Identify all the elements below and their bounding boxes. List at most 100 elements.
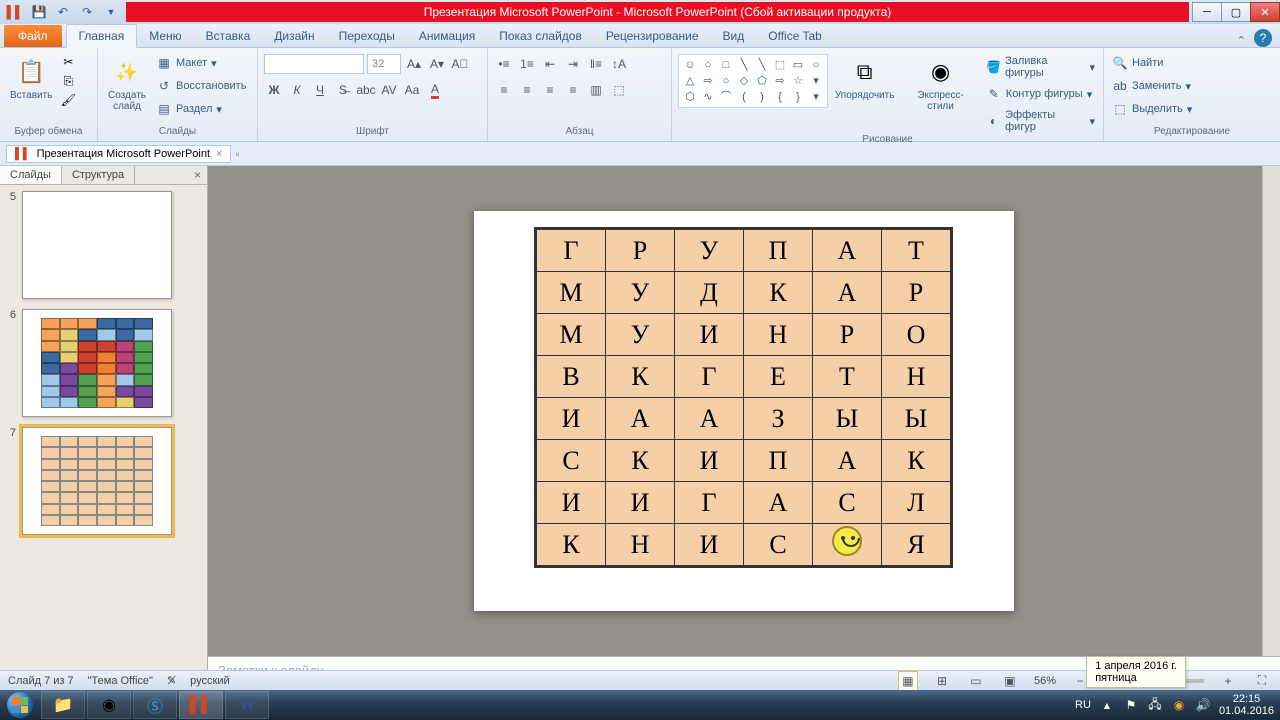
new-slide-button[interactable]: ✨ Создать слайд [104,54,150,114]
cut-icon[interactable]: ✂ [60,54,76,70]
normal-view-icon[interactable]: ▦ [898,671,918,691]
shape-outline-button[interactable]: ✎Контур фигуры ▾ [984,85,1097,103]
tab-slideshow[interactable]: Показ слайдов [487,25,594,47]
tab-view[interactable]: Вид [711,25,757,47]
shadow-icon[interactable]: abc [356,80,376,100]
section-button[interactable]: ▤Раздел ▾ [154,100,248,118]
select-button[interactable]: ⬚Выделить ▾ [1110,100,1194,118]
tray-network-icon[interactable]: 🖧 [1147,697,1163,713]
decrease-indent-icon[interactable]: ⇤ [540,54,560,74]
text-direction-icon[interactable]: ↕A [609,54,629,74]
find-button[interactable]: 🔍Найти [1110,54,1194,72]
shapes-gallery[interactable]: ☺○□╲╲⬚▭○ △⇨○◇⬠⇨☆▾ ⬡∿⌒(){}▾ [678,54,828,108]
font-family-combo[interactable] [264,54,364,74]
slideshow-view-icon[interactable]: ▣ [1000,671,1020,691]
slide-thumbnail-5[interactable] [22,191,172,299]
smiley-shape-icon[interactable]: ☺ [682,58,698,72]
align-center-icon[interactable]: ≡ [517,80,537,100]
slide-thumbnail-7[interactable] [22,427,172,535]
date-tooltip: 1 апреля 2016 г. пятница [1086,656,1186,688]
close-panel-icon[interactable]: × [188,166,207,184]
tray-update-icon[interactable]: ◉ [1171,697,1187,713]
columns-icon[interactable]: ▥ [586,80,606,100]
clear-format-icon[interactable]: A⃠ [450,54,470,74]
smartart-icon[interactable]: ⬚ [609,80,629,100]
sorter-view-icon[interactable]: ⊞ [932,671,952,691]
bold-icon[interactable]: Ж [264,80,284,100]
new-doc-tab-icon[interactable]: ▫ [235,147,239,161]
char-spacing-icon[interactable]: AV [379,80,399,100]
spellcheck-icon[interactable]: ✎̸ [167,674,176,687]
fit-window-icon[interactable]: ⛶ [1252,671,1272,691]
close-doc-tab-icon[interactable]: × [216,148,222,160]
thumbnails-list[interactable]: 5 6 7 [0,185,207,690]
vertical-scrollbar[interactable] [1262,166,1280,656]
qat-save-icon[interactable]: 💾 [28,2,50,22]
slide-canvas[interactable]: ГРУПАТМУДКАРМУИНРОВКГЕТНИААЗЫЫСКИПАКИИГА… [474,211,1014,611]
tray-clock[interactable]: 22:15 01.04.2016 [1219,693,1274,717]
maximize-button[interactable]: ▢ [1221,2,1251,22]
outline-tab[interactable]: Структура [62,166,135,184]
qat-redo-icon[interactable]: ↷ [76,2,98,22]
file-tab[interactable]: Файл [4,25,62,47]
start-button[interactable] [0,690,40,720]
numbering-icon[interactable]: 1≡ [517,54,537,74]
tray-show-hidden-icon[interactable]: ▴ [1099,697,1115,713]
reading-view-icon[interactable]: ▭ [966,671,986,691]
slides-tab[interactable]: Слайды [0,166,62,184]
task-chrome-icon[interactable]: ◉ [87,691,131,719]
strike-icon[interactable]: S̶ [333,80,353,100]
grow-font-icon[interactable]: A▴ [404,54,424,74]
ribbon-minimize-icon[interactable]: ⌃ [1237,34,1246,47]
copy-icon[interactable]: ⎘ [60,73,76,89]
tab-menu[interactable]: Меню [137,25,193,47]
document-tab[interactable]: ▌▌ Презентация Microsoft PowerPoint × [6,145,231,163]
tray-flag-icon[interactable]: ⚑ [1123,697,1139,713]
underline-icon[interactable]: Ч [310,80,330,100]
font-size-combo[interactable]: 32 [367,54,401,74]
tab-review[interactable]: Рецензирование [594,25,711,47]
shrink-font-icon[interactable]: A▾ [427,54,447,74]
qat-undo-icon[interactable]: ↶ [52,2,74,22]
paste-button[interactable]: 📋 Вставить [6,54,56,103]
tab-design[interactable]: Дизайн [262,25,326,47]
tab-animation[interactable]: Анимация [407,25,487,47]
task-skype-icon[interactable]: Ⓢ [133,691,177,719]
language-indicator[interactable]: русский [190,675,229,687]
close-button[interactable]: ✕ [1250,2,1280,22]
change-case-icon[interactable]: Aa [402,80,422,100]
format-painter-icon[interactable]: 🖌 [60,92,76,108]
task-word-icon[interactable]: W [225,691,269,719]
tab-insert[interactable]: Вставка [194,25,263,47]
slide-thumbnail-6[interactable] [22,309,172,417]
replace-button[interactable]: abЗаменить ▾ [1110,77,1194,95]
italic-icon[interactable]: К [287,80,307,100]
arrange-button[interactable]: ⧉ Упорядочить [832,54,897,103]
zoom-in-icon[interactable]: + [1218,671,1238,691]
help-button[interactable]: ? [1254,29,1272,47]
taskbar: 📁 ◉ Ⓢ ▌▌ W RU ▴ ⚑ 🖧 ◉ 🔊 22:15 01.04.2016 [0,690,1280,720]
tab-home[interactable]: Главная [66,24,138,48]
tray-language[interactable]: RU [1075,699,1091,711]
font-color-icon[interactable]: A [425,80,445,100]
justify-icon[interactable]: ≡ [563,80,583,100]
line-spacing-icon[interactable]: ‖≡ [586,54,606,74]
align-right-icon[interactable]: ≡ [540,80,560,100]
align-left-icon[interactable]: ≡ [494,80,514,100]
grid-cell: А [606,398,675,440]
layout-button[interactable]: ▦Макет ▾ [154,54,248,72]
increase-indent-icon[interactable]: ⇥ [563,54,583,74]
task-powerpoint-icon[interactable]: ▌▌ [179,691,223,719]
tab-transitions[interactable]: Переходы [327,25,407,47]
shape-effects-button[interactable]: ◐Эффекты фигур ▾ [984,108,1097,134]
tray-volume-icon[interactable]: 🔊 [1195,697,1211,713]
shape-fill-button[interactable]: 🪣Заливка фигуры ▾ [984,54,1097,80]
reset-button[interactable]: ↺Восстановить [154,77,248,95]
task-explorer-icon[interactable]: 📁 [41,691,85,719]
minimize-button[interactable]: ─ [1192,2,1222,22]
tab-office-tab[interactable]: Office Tab [756,25,834,47]
bullets-icon[interactable]: •≡ [494,54,514,74]
qat-customize-icon[interactable]: ▼ [100,2,122,22]
smiley-icon [832,526,862,556]
quick-styles-button[interactable]: ◉ Экспресс-стили [901,54,979,114]
